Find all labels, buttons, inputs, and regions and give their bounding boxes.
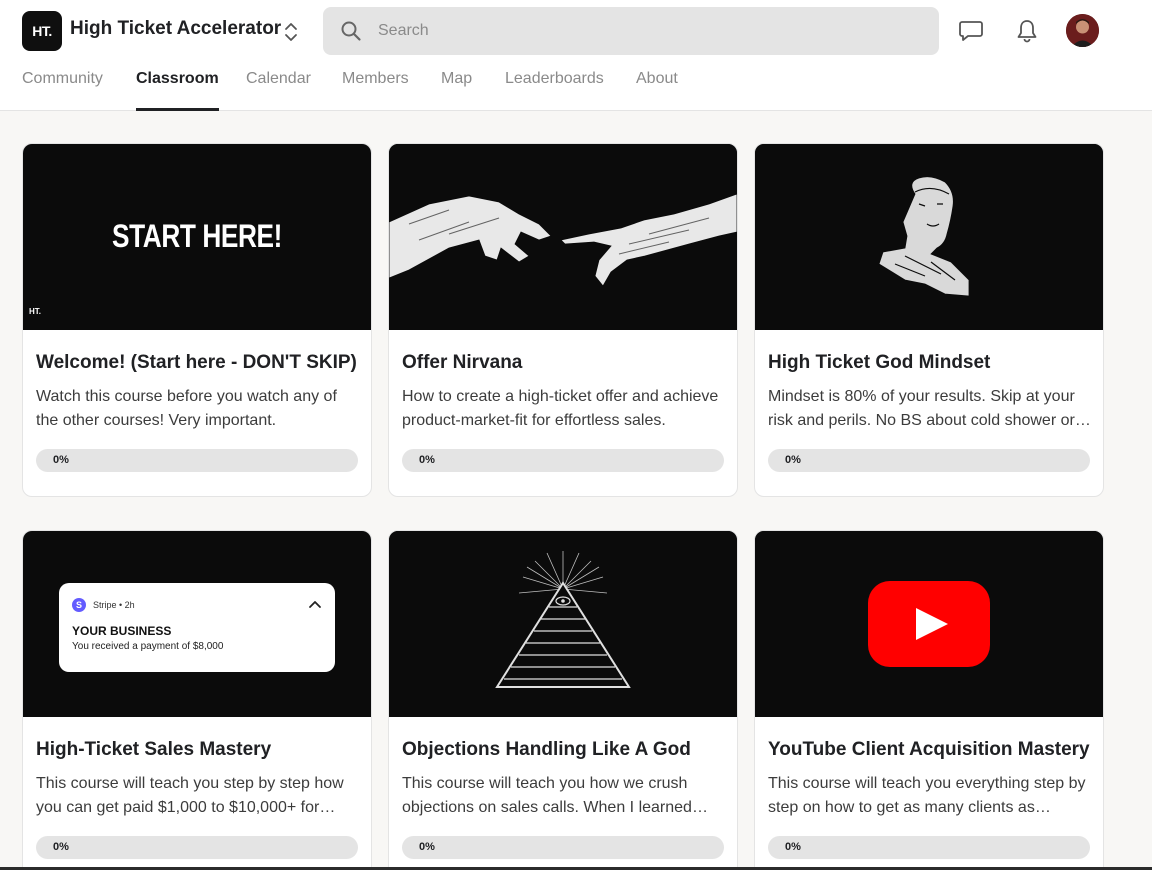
course-progress-bar: 0% [402, 836, 724, 859]
course-progress-bar: 0% [768, 449, 1090, 472]
course-title: High-Ticket Sales Mastery [36, 739, 272, 760]
course-progress-bar: 0% [768, 836, 1090, 859]
tab-classroom[interactable]: Classroom [136, 70, 219, 111]
thumbnail-logo: HT. [29, 307, 41, 316]
course-card[interactable]: Offer Nirvana How to create a high-ticke… [388, 143, 738, 497]
course-description: This course will teach you step by step … [36, 775, 344, 816]
payment-notification: S Stripe • 2h YOUR BUSINESS You received… [59, 583, 335, 672]
community-logo[interactable]: HT. [22, 11, 62, 51]
course-card[interactable]: High Ticket God Mindset Mindset is 80% o… [754, 143, 1104, 497]
course-thumbnail [755, 144, 1103, 330]
course-progress-bar: 0% [402, 449, 724, 472]
notification-body: You received a payment of $8,000 [72, 641, 224, 652]
progress-percent: 0% [785, 454, 801, 466]
stripe-icon: S [72, 598, 86, 612]
progress-percent: 0% [785, 841, 801, 853]
bell-icon[interactable] [1013, 17, 1041, 45]
tab-label: Map [441, 70, 473, 87]
course-card[interactable]: YouTube Client Acquisition Mastery This … [754, 530, 1104, 870]
tab-members[interactable]: Members [342, 70, 409, 111]
course-card[interactable]: Objections Handling Like A God This cour… [388, 530, 738, 870]
course-thumbnail: S Stripe • 2h YOUR BUSINESS You received… [23, 531, 371, 717]
course-thumbnail: START HERE! HT. [23, 144, 371, 330]
search-bar[interactable] [323, 7, 939, 55]
top-header: HT. High Ticket Accelerator Community Cl… [0, 0, 1152, 111]
thumbnail-text: START HERE! [112, 218, 282, 254]
progress-percent: 0% [419, 454, 435, 466]
tab-leaderboards[interactable]: Leaderboards [505, 70, 604, 111]
chat-icon[interactable] [957, 17, 985, 45]
course-description: Watch this course before you watch any o… [36, 388, 337, 429]
course-thumbnail [755, 531, 1103, 717]
tab-label: Community [22, 70, 103, 87]
search-icon [340, 20, 362, 42]
course-description: This course will teach you everything st… [768, 775, 1086, 816]
community-title[interactable]: High Ticket Accelerator [70, 18, 281, 40]
course-progress-bar: 0% [36, 836, 358, 859]
course-description: Mindset is 80% of your results. Skip at … [768, 388, 1091, 429]
course-progress-bar: 0% [36, 449, 358, 472]
progress-percent: 0% [53, 841, 69, 853]
course-thumbnail [389, 144, 737, 330]
tab-calendar[interactable]: Calendar [246, 70, 311, 111]
course-thumbnail [389, 531, 737, 717]
course-card[interactable]: START HERE! HT. Welcome! (Start here - D… [22, 143, 372, 497]
youtube-play-icon [755, 531, 1103, 717]
tab-label: About [636, 70, 678, 87]
avatar[interactable] [1066, 14, 1099, 47]
tab-label: Leaderboards [505, 70, 604, 87]
nav-tabs: Community Classroom Calendar Members Map… [0, 70, 1152, 111]
community-switcher-icon[interactable] [280, 19, 302, 45]
course-description: How to create a high-ticket offer and ac… [402, 388, 719, 429]
tab-label: Members [342, 70, 409, 87]
progress-percent: 0% [419, 841, 435, 853]
course-title: Objections Handling Like A God [402, 739, 691, 760]
progress-percent: 0% [53, 454, 69, 466]
hands-illustration [389, 144, 737, 330]
course-title: YouTube Client Acquisition Mastery [768, 739, 1090, 760]
chevron-up-icon [309, 601, 321, 608]
active-tab-indicator [136, 108, 219, 111]
course-title: Offer Nirvana [402, 352, 523, 373]
tab-about[interactable]: About [636, 70, 678, 111]
tab-community[interactable]: Community [22, 70, 103, 111]
tab-map[interactable]: Map [441, 70, 472, 111]
pyramid-eye-illustration [389, 531, 737, 717]
statue-bust-illustration [755, 144, 1103, 330]
course-card[interactable]: S Stripe • 2h YOUR BUSINESS You received… [22, 530, 372, 870]
search-input[interactable] [378, 22, 878, 40]
tab-label: Calendar [246, 70, 311, 87]
notification-title: YOUR BUSINESS [72, 624, 172, 638]
course-description: This course will teach you how we crush … [402, 775, 692, 816]
notification-app: Stripe • 2h [93, 600, 135, 610]
tab-label: Classroom [136, 70, 219, 87]
course-title: High Ticket God Mindset [768, 352, 991, 373]
course-title: Welcome! (Start here - DON'T SKIP) [36, 352, 357, 373]
